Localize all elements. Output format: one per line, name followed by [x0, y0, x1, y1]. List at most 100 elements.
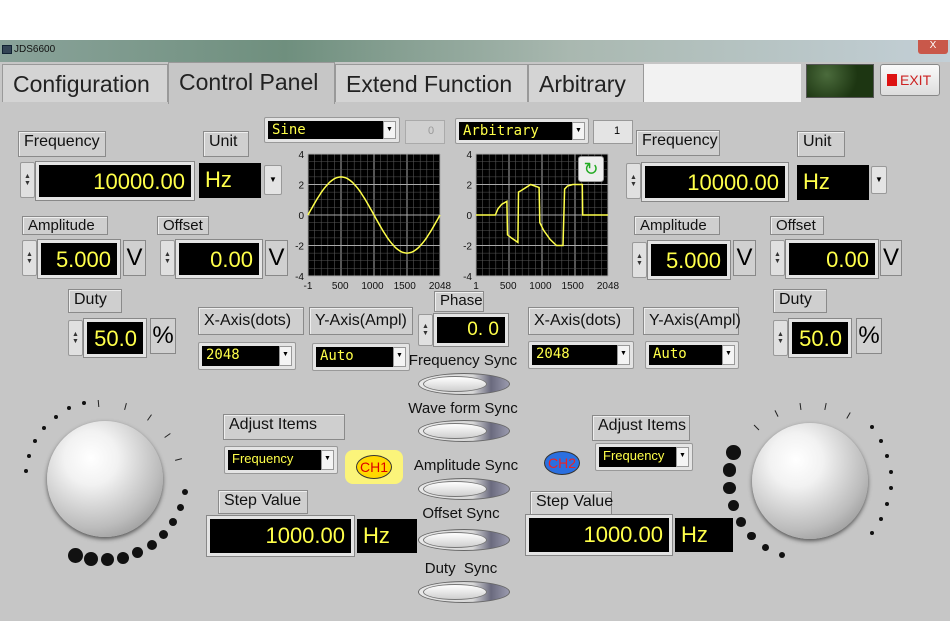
knob-scale-dot: [42, 425, 47, 430]
stop-icon: [887, 74, 897, 86]
ch1-adjust-knob-dial[interactable]: [15, 395, 195, 585]
knob-scale-dot: [181, 489, 188, 496]
offset-sync-toggle[interactable]: [418, 529, 510, 551]
ch1-adjust-value: Frequency: [228, 450, 334, 470]
knob-scale-tick: [164, 433, 171, 439]
x-tick-label: 1000: [361, 281, 384, 292]
ch2-adjust-items-label: Adjust Items: [592, 415, 690, 441]
ch2-offset-label: Offset: [770, 216, 824, 235]
ch2-duty-display[interactable]: 50.0: [788, 318, 852, 358]
knob-scale-tick: [98, 400, 100, 408]
ch2-amplitude-label: Amplitude: [634, 216, 720, 235]
amplitude-sync-toggle[interactable]: [418, 478, 510, 500]
knob-scale-dot: [735, 516, 746, 527]
knob-scale-dot: [726, 445, 742, 460]
ch2-frequency-spinner[interactable]: ▲ ▼: [626, 163, 641, 199]
ch1-step-value-label: Step Value: [218, 490, 308, 514]
ch2-select-button[interactable]: CH2: [533, 446, 591, 480]
y-tick-label: 2: [298, 181, 304, 192]
chevron-down-icon: ▼: [321, 450, 334, 470]
ch2-offset-unit: V: [880, 240, 902, 276]
waveform-sync-toggle[interactable]: [418, 420, 510, 442]
ch1-adjust-knob[interactable]: [47, 421, 163, 537]
knob-scale-dot: [747, 531, 756, 541]
ch2-wave-index: 1: [614, 125, 621, 137]
ch1-x-axis-label: X-Axis(dots): [198, 307, 304, 335]
duty-sync-toggle[interactable]: [418, 581, 510, 603]
knob-scale-tick: [146, 414, 152, 421]
tab-control-panel[interactable]: Control Panel: [168, 62, 335, 104]
y-tick-label: -2: [463, 242, 472, 253]
x-tick-label: 1500: [562, 281, 585, 292]
ch1-select-button[interactable]: CH1: [345, 450, 403, 484]
window-title: JDS6600: [14, 44, 56, 55]
knob-scale-dot: [885, 453, 890, 458]
knob-scale-tick: [175, 458, 183, 462]
ch1-frequency-display[interactable]: 10000.00: [35, 161, 195, 201]
ch1-duty-spinner[interactable]: ▲ ▼: [68, 320, 83, 356]
ch2-amplitude-display[interactable]: 5.000: [647, 240, 731, 280]
knob-scale-dot: [27, 453, 32, 458]
ch1-y-axis-dropdown[interactable]: Auto ▼: [312, 343, 410, 371]
ch2-duty-unit: %: [856, 318, 882, 354]
ch2-wave-index-spinner[interactable]: 1: [593, 120, 633, 144]
ch2-duty-spinner[interactable]: ▲ ▼: [773, 320, 788, 356]
frequency-sync-toggle[interactable]: [418, 373, 510, 395]
tab-strip-empty: [644, 64, 801, 102]
tab-extend-function[interactable]: Extend Function: [335, 64, 528, 102]
ch2-unit-display[interactable]: Hz: [797, 165, 869, 200]
knob-scale-dot: [169, 517, 178, 526]
ch1-x-axis-dropdown[interactable]: 2048 ▼: [198, 342, 296, 370]
exit-label: EXIT: [900, 72, 932, 88]
ch1-duty-display[interactable]: 50.0: [83, 318, 147, 358]
knob-scale-dot: [869, 425, 874, 430]
ch2-waveform-value: Arbitrary: [459, 122, 585, 140]
ch2-amplitude-spinner[interactable]: ▲ ▼: [632, 242, 647, 278]
ch1-frequency-spinner[interactable]: ▲ ▼: [20, 162, 35, 198]
ch1-waveform-dropdown[interactable]: Sine ▼: [264, 117, 400, 143]
ch2-step-value-label: Step Value: [530, 491, 613, 515]
ch1-offset-spinner[interactable]: ▲ ▼: [160, 240, 175, 276]
tab-configuration[interactable]: Configuration: [2, 64, 168, 102]
knob-scale-dot: [24, 469, 29, 474]
close-button[interactable]: X: [918, 40, 948, 54]
ch2-y-axis-dropdown[interactable]: Auto ▼: [645, 341, 739, 369]
exit-button[interactable]: EXIT: [880, 64, 940, 96]
ch1-unit-display[interactable]: Hz: [199, 163, 261, 198]
refresh-icon[interactable]: ↻: [578, 156, 604, 182]
y-tick-label: 4: [298, 150, 304, 161]
ch1-adjust-items-dropdown[interactable]: Frequency ▼: [224, 446, 338, 474]
y-tick-label: 0: [466, 211, 472, 222]
x-tick-label: 500: [500, 281, 517, 292]
knob-scale-dot: [159, 529, 169, 539]
ch2-waveform-dropdown[interactable]: Arbitrary ▼: [455, 118, 589, 144]
phase-spinner[interactable]: ▲ ▼: [418, 314, 433, 346]
knob-scale-dot: [53, 414, 58, 419]
ch1-y-axis-label: Y-Axis(Ampl): [309, 307, 413, 335]
knob-scale-tick: [824, 403, 827, 411]
ch2-y-axis-label: Y-Axis(Ampl): [643, 307, 741, 335]
ch2-unit-dropdown-arrow[interactable]: ▼: [871, 166, 887, 194]
ch2-offset-display[interactable]: 0.00: [785, 239, 879, 279]
ch2-adjust-knob[interactable]: [752, 423, 868, 539]
ch1-frequency-label: Frequency: [18, 131, 106, 157]
ch2-step-value-display[interactable]: 1000.00: [525, 514, 673, 556]
tab-arbitrary[interactable]: Arbitrary: [528, 64, 644, 102]
knob-scale-tick: [123, 402, 127, 410]
ch1-amplitude-spinner[interactable]: ▲ ▼: [22, 240, 37, 276]
ch1-amplitude-display[interactable]: 5.000: [37, 239, 121, 279]
ch1-offset-display[interactable]: 0.00: [175, 239, 263, 279]
y-tick-label: 4: [466, 150, 472, 161]
ch2-frequency-label: Frequency: [636, 130, 720, 156]
ch2-unit-label: Unit: [797, 131, 845, 157]
ch2-x-axis-dropdown[interactable]: 2048 ▼: [528, 341, 634, 369]
knob-scale-dot: [761, 543, 770, 551]
chevron-down-icon: ▼: [572, 122, 585, 140]
ch2-offset-spinner[interactable]: ▲ ▼: [770, 240, 785, 276]
phase-display[interactable]: 0. 0: [433, 313, 509, 347]
ch1-wave-index-spinner: 0: [405, 120, 445, 144]
ch2-adjust-knob-dial[interactable]: [720, 395, 920, 585]
ch2-adjust-items-dropdown[interactable]: Frequency ▼: [595, 443, 693, 471]
ch1-step-value-display[interactable]: 1000.00: [206, 515, 355, 557]
ch2-frequency-display[interactable]: 10000.00: [641, 162, 789, 202]
